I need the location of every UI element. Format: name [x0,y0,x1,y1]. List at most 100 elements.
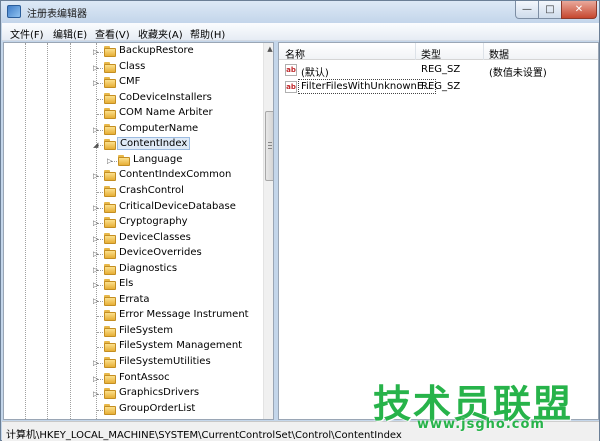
menu-edit[interactable]: 编辑(E) [53,26,87,41]
tree-item[interactable]: ▷ FontAssoc [4,371,264,386]
value-row[interactable]: ab FilterFilesWithUnknownE... REG_SZ [279,79,598,95]
scrollbar-thumb[interactable] [265,111,273,181]
expand-arrow-icon[interactable]: ▷ [93,64,99,72]
tree-item-label: Diagnostics [119,262,178,274]
value-data: (数值未设置) [489,68,547,79]
expand-arrow-icon[interactable]: ▷ [93,281,99,289]
expand-arrow-icon[interactable]: ▷ [93,235,99,243]
tree-item-label: Errata [119,293,150,305]
folder-icon [118,154,130,166]
tree-item[interactable]: GroupOrderList [4,402,264,417]
tree-item[interactable]: ▷ ComputerName [4,122,264,137]
expand-arrow-icon[interactable]: ▷ [93,219,99,227]
expand-arrow-icon[interactable]: ▷ [93,48,99,56]
tree-item-label: GroupOrderList [119,402,196,414]
tree-item[interactable]: ▷ Diagnostics [4,262,264,277]
string-value-icon: ab [285,64,297,76]
expand-arrow-icon[interactable]: ▷ [93,126,99,134]
scroll-up-arrow-icon[interactable]: ▲ [264,43,273,55]
title-bar[interactable]: 注册表编辑器 — □ ✕ [1,1,599,23]
status-key-path: 计算机\HKEY_LOCAL_MACHINE\SYSTEM\CurrentCon… [6,430,402,441]
folder-icon [104,61,116,73]
tree-item-label: Language [133,153,183,165]
tree-item[interactable]: ▷ Cryptography [4,215,264,230]
menu-file[interactable]: 文件(F) [10,26,44,41]
window-title: 注册表编辑器 [27,9,87,20]
folder-icon [104,263,116,275]
watermark-url: www.jsgho.com [417,417,545,432]
expand-arrow-icon[interactable]: ▷ [93,390,99,398]
tree-item-label: Cryptography [119,216,188,228]
value-name: FilterFilesWithUnknownE... [298,79,436,94]
tree-item[interactable]: ▷ Class [4,60,264,75]
tree-item-label: Error Message Instrument [119,309,249,321]
folder-icon [104,217,116,229]
tree-item[interactable]: ▷ DeviceClasses [4,231,264,246]
registry-editor-window: 注册表编辑器 — □ ✕ 文件(F) 编辑(E) 查看(V) 收藏夹(A) 帮助… [0,0,600,441]
tree-item-label: Class [119,60,146,72]
tree-item[interactable]: ▷ Errata [4,293,264,308]
expand-arrow-icon[interactable]: ▷ [93,266,99,274]
tree-item[interactable]: ▷ DeviceOverrides [4,246,264,261]
collapse-arrow-icon[interactable]: ◢ [93,141,99,149]
expand-arrow-icon[interactable]: ▷ [93,250,99,258]
tree-item[interactable]: FileSystem [4,324,264,339]
tree-item[interactable]: Error Message Instrument [4,308,264,323]
tree-item[interactable]: ▷ CriticalDeviceDatabase [4,200,264,215]
menu-bar: 文件(F) 编辑(E) 查看(V) 收藏夹(A) 帮助(H) [2,23,599,41]
tree-item[interactable]: ▷ ContentIndexCommon [4,168,264,183]
tree-item-label: CriticalDeviceDatabase [119,200,236,212]
registry-values-list[interactable]: 名称 类型 数据 ab (默认) REG_SZ (数值未设置) ab Filte… [278,42,599,420]
tree-item[interactable]: ◢ ContentIndex [4,137,264,152]
minimize-button[interactable]: — [515,1,539,19]
value-name: (默认) [301,68,329,79]
expand-arrow-icon[interactable]: ▷ [93,297,99,305]
column-header-data[interactable]: 数据 [489,46,509,61]
value-type: REG_SZ [421,81,461,92]
column-header-type[interactable]: 类型 [421,46,441,61]
tree-item-label: FileSystem Management [119,340,243,352]
tree-item[interactable]: ▷ FileSystemUtilities [4,355,264,370]
tree-item[interactable]: CoDeviceInstallers [4,91,264,106]
expand-arrow-icon[interactable]: ▷ [93,375,99,383]
folder-icon [104,294,116,306]
folder-icon [104,279,116,291]
list-header: 名称 类型 数据 [279,43,598,61]
menu-view[interactable]: 查看(V) [95,26,130,41]
tree-item[interactable]: ▷ CMF [4,75,264,90]
folder-icon [104,403,116,415]
tree-item-label: FileSystemUtilities [119,356,211,367]
string-value-icon: ab [285,81,297,93]
tree-item[interactable]: ▷ Language [4,153,264,168]
close-button[interactable]: ✕ [561,1,597,19]
folder-icon [104,232,116,244]
folder-icon [104,170,116,182]
tree-item-label: FontAssoc [119,371,170,383]
close-icon: ✕ [574,4,584,15]
tree-item[interactable]: FileSystem Management [4,339,264,354]
tree-vertical-scrollbar[interactable]: ▲ [263,43,273,419]
maximize-button[interactable]: □ [538,1,562,19]
minimize-icon: — [522,4,532,15]
folder-icon [104,77,116,89]
expand-arrow-icon[interactable]: ▷ [93,79,99,87]
folder-icon [104,325,116,337]
tree-item[interactable]: ▷ Els [4,277,264,292]
folder-icon [104,248,116,260]
expand-arrow-icon[interactable]: ▷ [93,172,99,180]
expand-arrow-icon[interactable]: ▷ [93,359,99,367]
folder-icon [104,357,116,368]
menu-favorites[interactable]: 收藏夹(A) [138,26,183,41]
tree-item[interactable]: ▷ BackupRestore [4,44,264,59]
folder-icon [104,123,116,135]
expand-arrow-icon[interactable]: ▷ [107,157,113,165]
tree-item[interactable]: COM Name Arbiter [4,106,264,121]
tree-item[interactable]: ▷ GraphicsDrivers [4,386,264,401]
column-header-name[interactable]: 名称 [285,46,305,61]
tree-item[interactable]: CrashControl [4,184,264,199]
registry-key-tree[interactable]: ▷ BackupRestore ▷ Class ▷ CMF CoDeviceInstalle… [3,42,274,420]
expand-arrow-icon[interactable]: ▷ [93,204,99,212]
tree-item-label: ContentIndex [117,137,191,151]
value-row[interactable]: ab (默认) REG_SZ (数值未设置) [279,62,598,79]
menu-help[interactable]: 帮助(H) [190,26,225,41]
